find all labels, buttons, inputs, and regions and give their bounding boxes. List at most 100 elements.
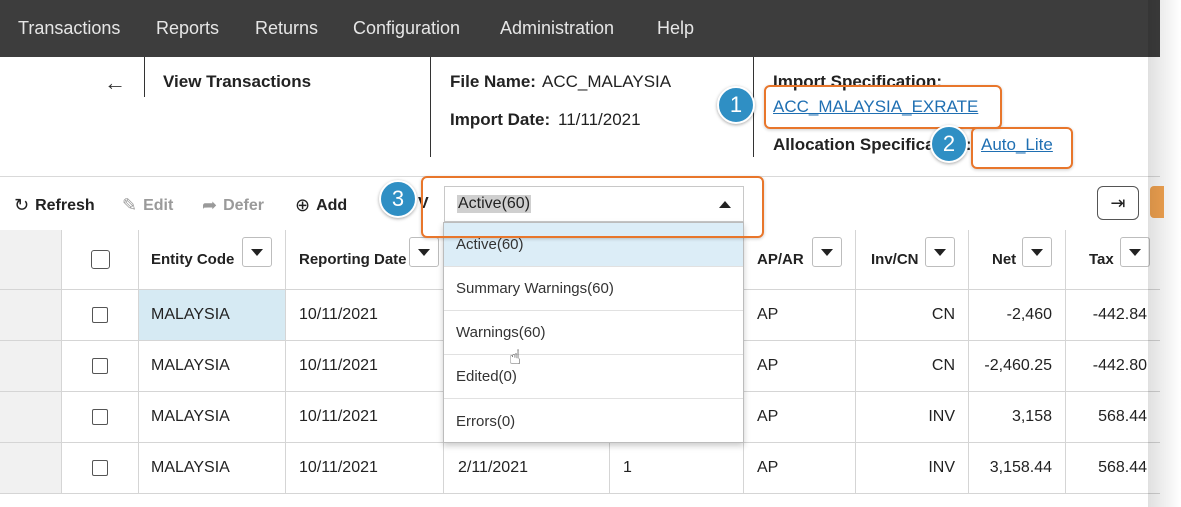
column-label: AP/AR: [757, 251, 804, 268]
column-header-inv-cn: Inv/CN: [856, 230, 969, 290]
callout-badge-1: 1: [717, 86, 755, 124]
row-checkbox[interactable]: [92, 409, 108, 425]
row-gutter-header: [0, 230, 62, 290]
nav-reports[interactable]: Reports: [156, 18, 219, 39]
filter-option-warnings[interactable]: Warnings(60): [444, 311, 743, 355]
reporting-date-cell: 10/11/2021: [286, 392, 444, 443]
column-label: Tax: [1089, 251, 1114, 268]
add-button[interactable]: ⊕ Add: [295, 195, 347, 216]
edit-label: Edit: [143, 196, 174, 214]
entity-code-cell: MALAYSIA: [139, 341, 286, 392]
row-select-cell: [62, 443, 139, 494]
ap-ar-cell-text: AP: [757, 459, 779, 476]
tax-cell: -442.80: [1066, 341, 1160, 392]
ap-ar-cell-text: AP: [757, 306, 779, 323]
reporting-date-cell-text: 10/11/2021: [299, 408, 378, 425]
inv-cn-cell: CN: [856, 341, 969, 392]
column-label: Inv/CN: [871, 251, 919, 268]
filter-option-summary-warnings[interactable]: Summary Warnings(60): [444, 267, 743, 311]
entity-code-cell-text: MALAYSIA: [151, 459, 230, 476]
callout-highlight-allocation-spec: [971, 127, 1073, 169]
column-label: Reporting Date: [299, 251, 407, 268]
row-checkbox[interactable]: [92, 307, 108, 323]
tax-cell-text: -442.80: [1092, 357, 1147, 374]
ap-ar-cell-text: AP: [757, 408, 779, 425]
back-arrow-icon[interactable]: ←: [104, 70, 126, 96]
reporting-date-cell: 10/11/2021: [286, 443, 444, 494]
entity-code-cell-text: MALAYSIA: [151, 408, 230, 425]
ap-ar-cell: AP: [744, 290, 856, 341]
inv-cn-cell-text: CN: [931, 306, 955, 323]
ap-ar-cell: AP: [744, 341, 856, 392]
column-menu-button[interactable]: [1120, 237, 1150, 267]
net-cell-text: 3,158: [1011, 408, 1052, 425]
forward-arrow-icon: ➦: [202, 195, 218, 215]
entity-code-cell: MALAYSIA: [139, 392, 286, 443]
row-checkbox[interactable]: [92, 460, 108, 476]
entity-code-cell: MALAYSIA: [139, 290, 286, 341]
refresh-button[interactable]: ↻ Refresh: [14, 195, 95, 216]
divider: [430, 57, 431, 157]
filter-option-errors[interactable]: Errors(0): [444, 399, 743, 443]
import-date-value: 11/11/2021: [558, 110, 641, 129]
reporting-date-cell: 10/11/2021: [286, 341, 444, 392]
export-button[interactable]: ⇥: [1097, 186, 1139, 220]
net-cell-text: -2,460.25: [984, 357, 1052, 374]
select-all-checkbox[interactable]: [90, 250, 110, 269]
tax-cell: 568.44: [1066, 443, 1160, 494]
tax-cell: 568.44: [1066, 392, 1160, 443]
callout-highlight-import-spec: [764, 85, 1002, 129]
file-name-label: File Name:: [450, 72, 536, 91]
ap-ar-cell: AP: [744, 392, 856, 443]
filter-option-edited[interactable]: Edited(0): [444, 355, 743, 399]
row-select-cell: [62, 290, 139, 341]
column-menu-button[interactable]: [242, 237, 272, 267]
reporting-date-cell-text: 10/11/2021: [299, 357, 378, 374]
tax-cell-text: 568.44: [1098, 408, 1147, 425]
nav-administration[interactable]: Administration: [500, 18, 614, 39]
net-cell: -2,460: [969, 290, 1066, 341]
defer-button[interactable]: ➦ Defer: [202, 195, 264, 216]
reporting-date-cell: 10/11/2021: [286, 290, 444, 341]
divider: [144, 57, 145, 97]
reporting-date-cell-text: 10/11/2021: [299, 306, 378, 323]
select-all-cell: [62, 230, 139, 290]
inv-cn-cell: INV: [856, 443, 969, 494]
refresh-label: Refresh: [35, 196, 95, 214]
column-menu-button[interactable]: [409, 237, 439, 267]
file-name-value: ACC_MALAYSIA: [542, 72, 672, 91]
nav-configuration[interactable]: Configuration: [353, 18, 460, 39]
inv-cn-cell-text: CN: [931, 357, 955, 374]
row-gutter: [0, 392, 62, 443]
hand-cursor-icon: ☝: [509, 347, 522, 369]
row-select-cell: [62, 392, 139, 443]
column-header-net: Net: [969, 230, 1066, 290]
edit-button[interactable]: ✎ Edit: [122, 195, 173, 216]
column-header-reporting-date: Reporting Date: [286, 230, 444, 290]
entity-code-cell-text: MALAYSIA: [151, 306, 230, 323]
column-header-tax: Tax: [1066, 230, 1160, 290]
net-cell-text: -2,460: [1006, 306, 1052, 323]
row-checkbox[interactable]: [92, 358, 108, 374]
top-nav: Transactions Reports Returns Configurati…: [0, 0, 1160, 57]
nav-help[interactable]: Help: [657, 18, 694, 39]
panel-edge-shadow: [1148, 0, 1181, 507]
column-menu-button[interactable]: [1022, 237, 1052, 267]
column-menu-button[interactable]: [925, 237, 955, 267]
net-cell: 3,158.44: [969, 443, 1066, 494]
nav-transactions[interactable]: Transactions: [18, 18, 120, 39]
row-gutter: [0, 341, 62, 392]
callout-badge-3: 3: [379, 180, 417, 218]
export-icon: ⇥: [1110, 193, 1126, 213]
ap-ar-cell-text: AP: [757, 357, 779, 374]
column-menu-button[interactable]: [812, 237, 842, 267]
add-label: Add: [316, 196, 348, 214]
import-date-label: Import Date:: [450, 110, 551, 129]
row-gutter: [0, 443, 62, 494]
column-label: Entity Code: [151, 251, 235, 268]
ap-ar-cell: AP: [744, 443, 856, 494]
entity-code-cell-text: MALAYSIA: [151, 357, 230, 374]
nav-returns[interactable]: Returns: [255, 18, 318, 39]
page-title: View Transactions: [163, 72, 312, 91]
row-select-cell: [62, 341, 139, 392]
